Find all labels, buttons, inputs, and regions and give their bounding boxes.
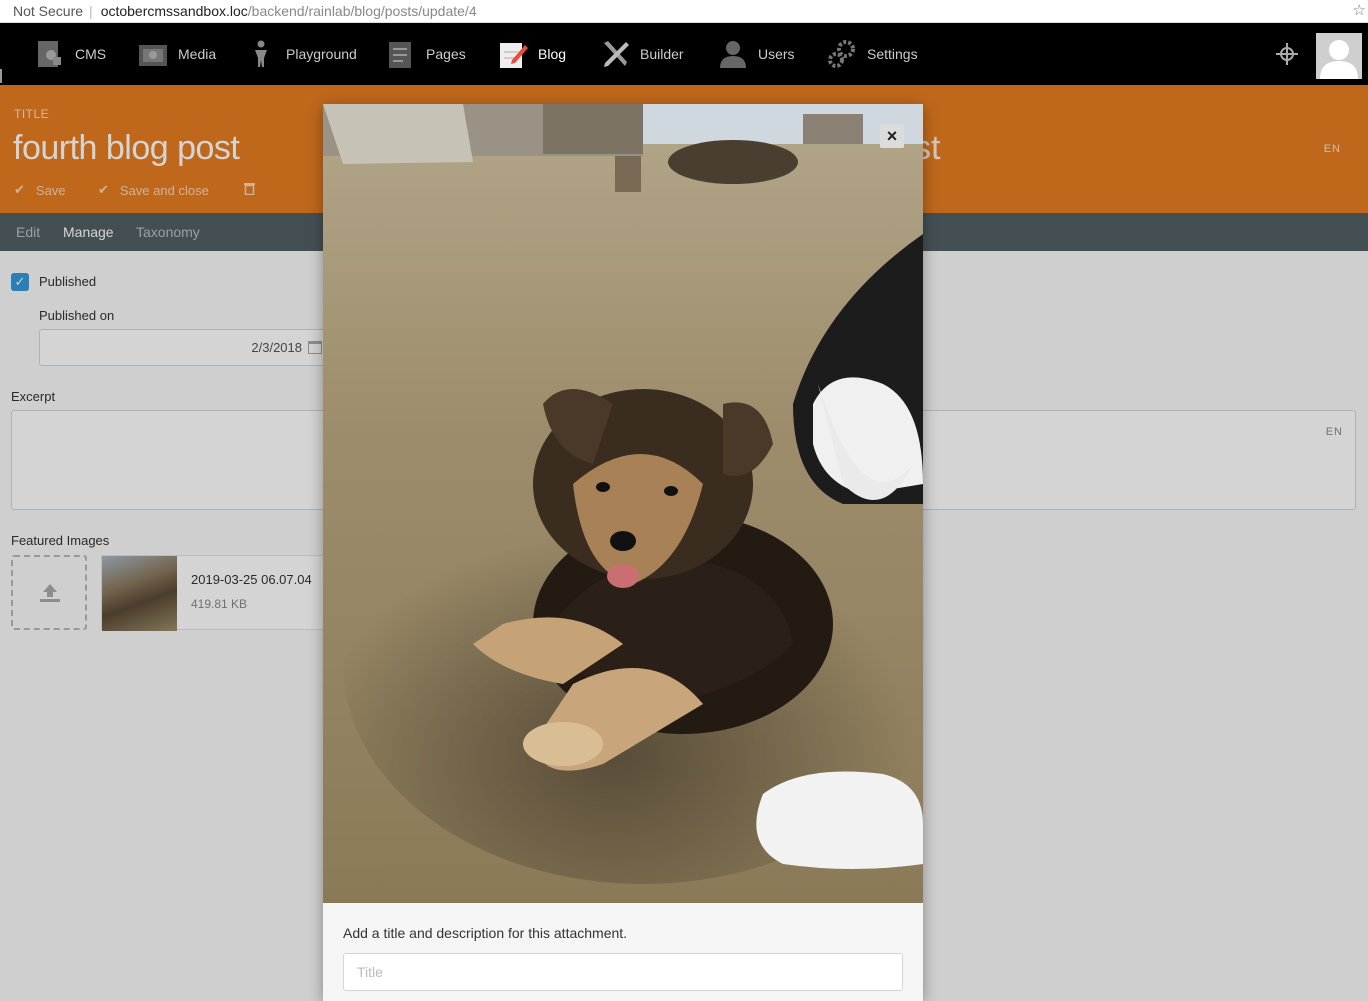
nav-label: CMS — [75, 46, 107, 62]
url-host[interactable]: octobercmssandbox.loc — [101, 3, 248, 19]
builder-icon — [600, 39, 630, 69]
nav-item-pages[interactable]: Pages — [386, 23, 466, 85]
playground-icon — [246, 39, 276, 69]
nav-label: Settings — [867, 46, 918, 62]
nav-label: Blog — [538, 46, 567, 62]
nav-item-blog[interactable]: Blog — [498, 23, 566, 85]
nav-label: Builder — [640, 46, 684, 62]
top-navigation: CMS Media Playground Pages Blog Builder — [0, 23, 1368, 85]
nav-label: Pages — [426, 46, 466, 62]
nav-item-media[interactable]: Media — [138, 23, 216, 85]
bookmark-star-icon[interactable]: ☆ — [1353, 1, 1366, 19]
nav-item-users[interactable]: Users — [718, 23, 795, 85]
nav-label: Users — [758, 46, 795, 62]
modal-close-button[interactable]: × — [880, 124, 904, 148]
attachment-modal: × Add a title and description for this a… — [323, 104, 923, 1001]
nav-label: Media — [178, 46, 217, 62]
avatar[interactable] — [1316, 33, 1362, 79]
nav-item-playground[interactable]: Playground — [246, 23, 357, 85]
blog-icon — [498, 39, 528, 69]
nav-item-builder[interactable]: Builder — [600, 23, 684, 85]
pages-icon — [386, 39, 416, 69]
nav-edge-marker — [0, 69, 2, 83]
attachment-hint: Add a title and description for this att… — [343, 925, 628, 941]
cms-icon — [35, 39, 65, 69]
browser-address-bar[interactable]: Not Secure | octobercmssandbox.loc/backe… — [0, 0, 1368, 23]
attachment-preview-image — [323, 104, 923, 903]
move-icon[interactable] — [1276, 43, 1298, 65]
security-indicator[interactable]: Not Secure — [13, 3, 83, 19]
nav-label: Playground — [286, 46, 357, 62]
settings-icon — [827, 39, 857, 69]
attachment-title-input[interactable] — [343, 953, 903, 991]
media-icon — [138, 39, 168, 69]
nav-item-cms[interactable]: CMS — [35, 23, 106, 85]
users-icon — [718, 39, 748, 69]
url-path[interactable]: /backend/rainlab/blog/posts/update/4 — [248, 3, 477, 19]
divider: | — [89, 3, 93, 19]
nav-item-settings[interactable]: Settings — [827, 23, 918, 85]
